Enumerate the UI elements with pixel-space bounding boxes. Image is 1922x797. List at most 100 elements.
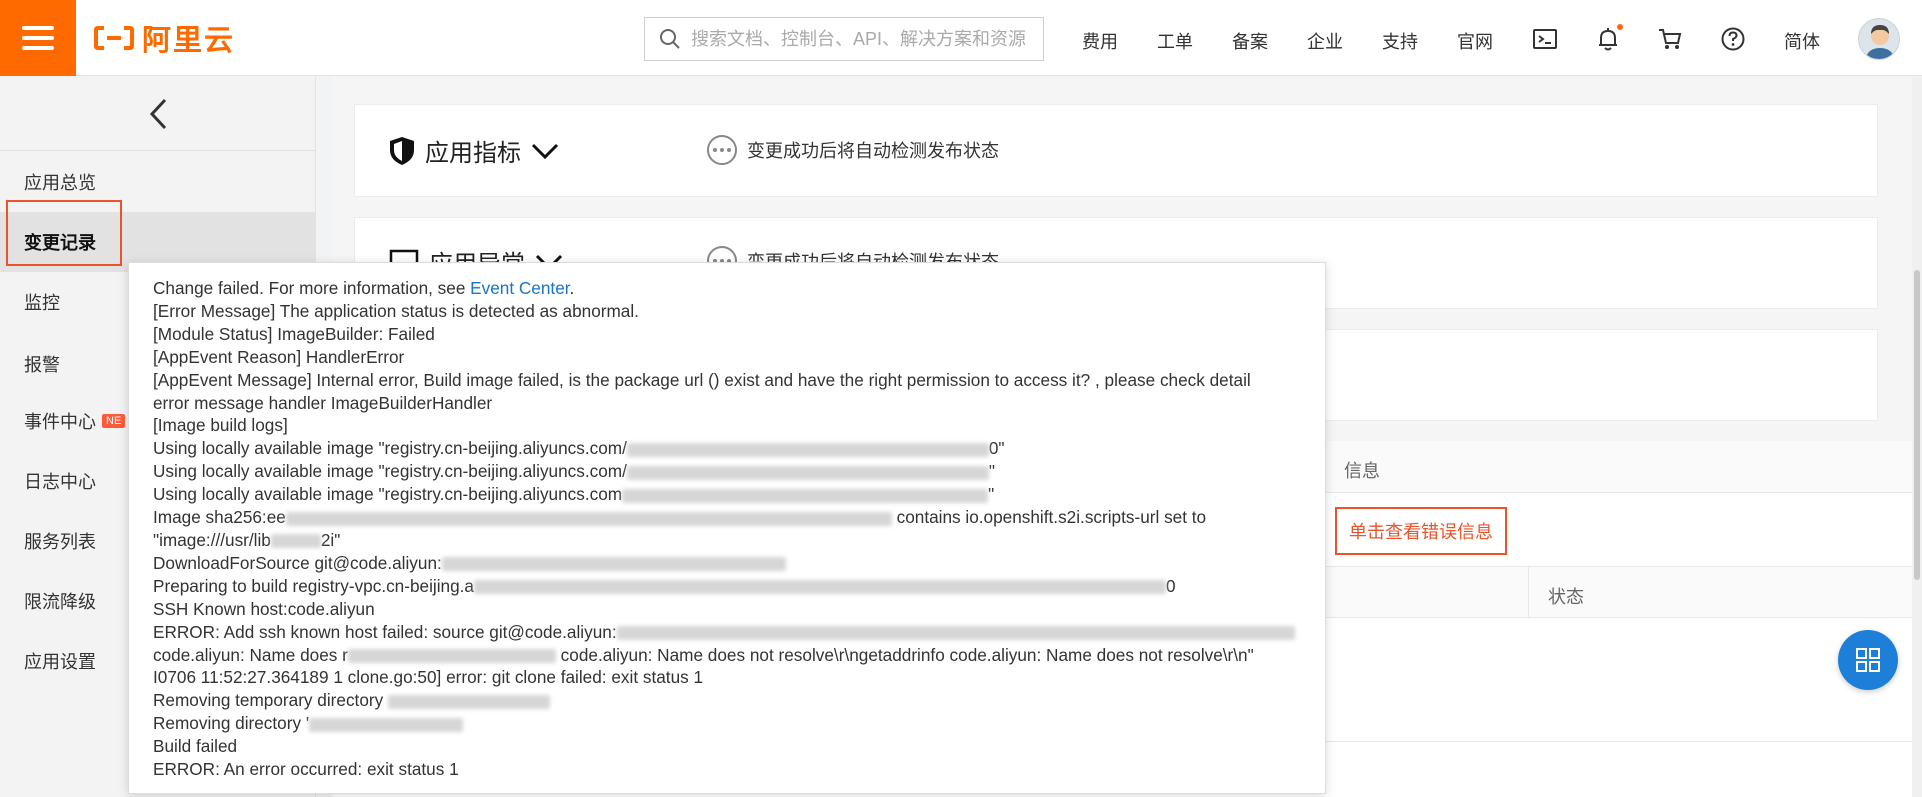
error-text: DownloadForSource git@code.aliyun: — [153, 552, 442, 573]
error-line: Using locally available image "registry.… — [153, 483, 1303, 506]
error-text: Removing directory ' — [153, 713, 310, 734]
nav-official-site[interactable]: 官网 — [1457, 28, 1493, 54]
user-avatar[interactable] — [1858, 18, 1900, 60]
card-status-text: 变更成功后将自动检测发布状态 — [747, 141, 999, 161]
menu-line — [22, 26, 54, 30]
redacted-text — [626, 442, 989, 457]
card-title-text: 应用指标 — [425, 140, 521, 167]
error-text: Preparing to build registry-vpc.cn-beiji… — [153, 575, 474, 596]
error-line: Removing directory ' — [153, 712, 1303, 735]
pending-icon — [707, 135, 737, 165]
nav-billing[interactable]: 费用 — [1082, 28, 1118, 54]
error-text: Image sha256:ee — [153, 507, 286, 528]
error-line: [AppEvent Message] Internal error, Build… — [153, 369, 1251, 390]
redacted-text — [309, 717, 464, 732]
error-text: "image:///usr/lib — [153, 529, 271, 550]
error-details-popover: Change failed. For more information, see… — [128, 262, 1326, 794]
error-text: 0 — [1166, 575, 1176, 596]
error-text: Using locally available image "registry.… — [153, 438, 627, 459]
notification-bell-icon[interactable] — [1595, 24, 1623, 52]
metrics-card: 应用指标 变更成功后将自动检测发布状态 — [354, 104, 1878, 197]
new-badge: NE — [102, 414, 126, 428]
search-input[interactable] — [691, 28, 1031, 50]
sidebar-item-label: 应用设置 — [24, 652, 96, 672]
column-header-status: 状态 — [1548, 587, 1584, 607]
card-title[interactable]: 应用指标 — [389, 133, 559, 168]
sidebar-item-label: 监控 — [24, 293, 60, 313]
error-text: code.aliyun: Name does not resolve\r\nge… — [555, 644, 1254, 665]
column-divider — [1528, 566, 1529, 618]
error-line: I0706 11:52:27.364189 1 clone.go:50] err… — [153, 667, 704, 688]
sidebar-item-label: 应用总览 — [24, 173, 96, 193]
aliyun-logo[interactable]: 阿里云 — [94, 22, 235, 57]
error-text: " — [988, 461, 995, 482]
shield-icon — [390, 136, 414, 165]
redacted-text — [441, 557, 786, 572]
menu-line — [22, 46, 54, 50]
error-line: "image:///usr/lib 2i" — [153, 529, 1303, 552]
global-search[interactable] — [644, 17, 1044, 61]
language-switch[interactable]: 简体 — [1784, 28, 1820, 54]
redacted-text — [626, 465, 989, 480]
error-line: [Module Status] ImageBuilder: Failed — [153, 323, 435, 344]
terminal-icon[interactable] — [1532, 26, 1558, 52]
scrollbar-thumb[interactable] — [1914, 270, 1920, 580]
grid-icon — [1856, 648, 1880, 672]
error-text: Removing temporary directory — [153, 690, 388, 711]
nav-support[interactable]: 支持 — [1382, 28, 1418, 54]
error-text: Change failed. For more information, see — [153, 278, 471, 298]
error-line: Image sha256:ee contains io.openshift.s2… — [153, 506, 1303, 529]
logo-text: 阿里云 — [142, 25, 236, 57]
error-line: ERROR: An error occurred: exit status 1 — [153, 759, 459, 780]
notification-dot — [1617, 24, 1623, 30]
error-text: " — [988, 484, 995, 505]
view-error-button[interactable]: 单击查看错误信息 — [1335, 507, 1507, 555]
error-line: Preparing to build registry-vpc.cn-beiji… — [153, 575, 1303, 598]
redacted-text — [622, 488, 989, 503]
error-line: [AppEvent Reason] HandlerError — [153, 346, 405, 367]
hamburger-menu-button[interactable] — [0, 0, 76, 76]
error-line: DownloadForSource git@code.aliyun: — [153, 552, 1303, 575]
error-text: Using locally available image "registry.… — [153, 461, 627, 482]
nav-icp[interactable]: 备案 — [1232, 28, 1268, 54]
error-line: error message handler ImageBuilderHandle… — [153, 392, 493, 413]
error-text: 0" — [988, 438, 1005, 459]
app-grid-floating-button[interactable] — [1838, 630, 1898, 690]
error-text: code.aliyun: Name does r — [153, 644, 348, 665]
menu-line — [22, 36, 54, 40]
error-line: SSH Known host:code.aliyun — [153, 598, 375, 619]
card-status: 变更成功后将自动检测发布状态 — [707, 135, 999, 165]
error-line: ERROR: Add ssh known host failed: source… — [153, 621, 1303, 644]
aliyun-logo-icon — [94, 26, 134, 50]
error-line: [Error Message] The application status i… — [153, 300, 639, 321]
sidebar-item-label: 变更记录 — [24, 233, 96, 253]
redacted-text — [616, 626, 1295, 641]
nav-tickets[interactable]: 工单 — [1157, 28, 1193, 54]
sidebar-item-label: 服务列表 — [24, 532, 96, 552]
sidebar-item-label: 事件中心 — [24, 412, 96, 432]
redacted-text — [387, 694, 550, 709]
error-text: ERROR: Add ssh known host failed: source… — [153, 621, 617, 642]
nav-enterprise[interactable]: 企业 — [1307, 28, 1343, 54]
error-text: contains io.openshift.s2i.scripts-url se… — [891, 507, 1207, 528]
error-text: . — [569, 278, 575, 298]
back-button[interactable] — [0, 77, 316, 151]
search-icon — [660, 29, 680, 49]
redacted-text — [347, 648, 556, 663]
redacted-text — [270, 534, 321, 549]
sidebar-item-label: 日志中心 — [24, 472, 96, 492]
sidebar-item-label: 限流降级 — [24, 592, 96, 612]
help-icon[interactable] — [1720, 26, 1746, 52]
error-line: Change failed. For more information, see… — [153, 277, 1303, 300]
error-line: Using locally available image "registry.… — [153, 460, 1303, 483]
error-line: [Image build logs] — [153, 415, 288, 436]
chevron-left-icon — [149, 98, 167, 129]
error-line: Using locally available image "registry.… — [153, 437, 1303, 460]
cart-icon[interactable] — [1657, 26, 1683, 52]
sidebar-item-label: 报警 — [24, 355, 60, 375]
error-text: Using locally available image "registry.… — [153, 484, 623, 505]
error-line: code.aliyun: Name does r code.aliyun: Na… — [153, 644, 1303, 667]
chevron-down-icon[interactable] — [531, 141, 559, 161]
error-line: Build failed — [153, 736, 238, 757]
event-center-link[interactable]: Event Center — [470, 278, 569, 298]
